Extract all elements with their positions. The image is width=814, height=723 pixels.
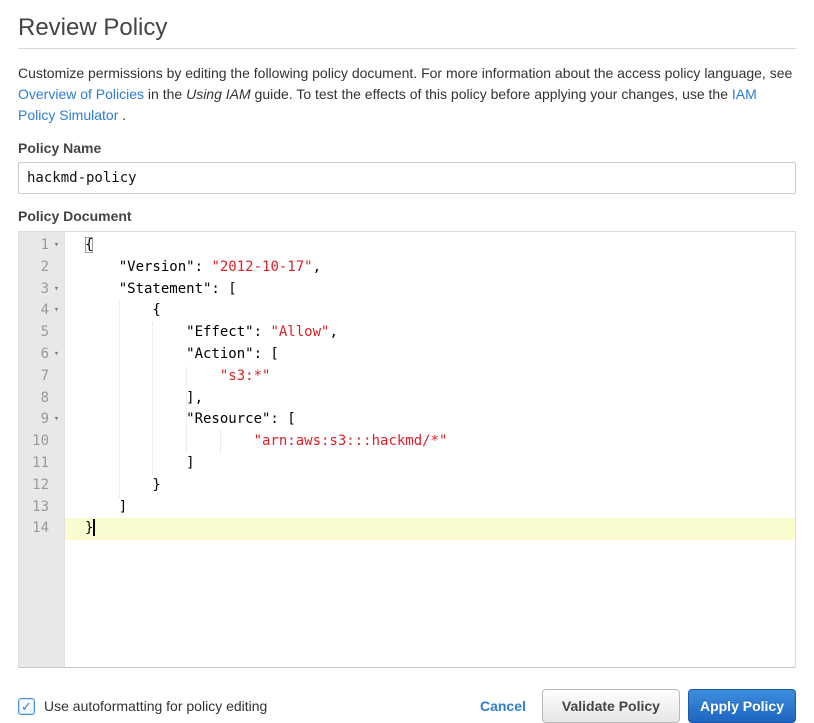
line-number: 5 bbox=[19, 322, 49, 344]
code-token: ] bbox=[85, 455, 195, 471]
using-iam-guide-name: Using IAM bbox=[186, 86, 251, 102]
fold-arrow-icon[interactable]: ▾ bbox=[49, 409, 64, 431]
code-line[interactable]: "s3:*" bbox=[65, 366, 795, 388]
code-line[interactable]: "Statement": [ bbox=[65, 279, 795, 301]
code-token: } bbox=[85, 477, 161, 493]
autoformat-checkbox-wrap[interactable]: ✓ Use autoformatting for policy editing bbox=[18, 698, 267, 715]
code-line[interactable]: { bbox=[65, 235, 795, 257]
gutter-row: 10 bbox=[19, 431, 64, 453]
gutter-row: 4▾ bbox=[19, 300, 64, 322]
code-token: "Effect": bbox=[85, 324, 270, 340]
line-number: 3 bbox=[19, 279, 49, 301]
string-token: "arn:aws:s3:::hackmd/*" bbox=[254, 433, 448, 449]
code-token bbox=[85, 433, 254, 449]
policy-document-editor[interactable]: 1▾23▾4▾56▾789▾1011121314 { "Version": "2… bbox=[18, 231, 796, 668]
check-icon: ✓ bbox=[21, 700, 32, 713]
policy-name-input[interactable] bbox=[18, 162, 796, 194]
code-line[interactable]: "Resource": [ bbox=[65, 409, 795, 431]
intro-text: guide. To test the effects of this polic… bbox=[251, 86, 732, 102]
checkbox-checked-icon[interactable]: ✓ bbox=[18, 698, 35, 715]
apply-policy-button[interactable]: Apply Policy bbox=[688, 689, 796, 723]
gutter-row: 6▾ bbox=[19, 344, 64, 366]
line-number: 2 bbox=[19, 257, 49, 279]
code-token: { bbox=[85, 237, 93, 253]
autoformat-label: Use autoformatting for policy editing bbox=[44, 698, 267, 714]
code-line[interactable]: "Version": "2012-10-17", bbox=[65, 257, 795, 279]
intro-paragraph: Customize permissions by editing the fol… bbox=[18, 63, 796, 126]
gutter-row: 8 bbox=[19, 388, 64, 410]
code-token: "Action": [ bbox=[85, 346, 279, 362]
gutter-row: 3▾ bbox=[19, 279, 64, 301]
code-token: "Statement": [ bbox=[85, 281, 237, 297]
gutter-row: 5 bbox=[19, 322, 64, 344]
title-divider bbox=[18, 48, 796, 49]
intro-text: . bbox=[118, 107, 126, 123]
code-line[interactable]: "Action": [ bbox=[65, 344, 795, 366]
code-line[interactable]: { bbox=[65, 300, 795, 322]
code-token: ], bbox=[85, 390, 203, 406]
editor-gutter: 1▾23▾4▾56▾789▾1011121314 bbox=[19, 232, 65, 667]
fold-arrow-icon[interactable]: ▾ bbox=[49, 279, 64, 301]
line-number: 6 bbox=[19, 344, 49, 366]
editor-code-area[interactable]: { "Version": "2012-10-17", "Statement": … bbox=[65, 232, 795, 667]
fold-arrow-icon[interactable]: ▾ bbox=[49, 300, 64, 322]
code-token: } bbox=[85, 520, 93, 536]
text-cursor bbox=[93, 519, 95, 536]
fold-arrow-icon[interactable]: ▾ bbox=[49, 235, 64, 257]
line-number: 1 bbox=[19, 235, 49, 257]
line-number: 4 bbox=[19, 300, 49, 322]
cancel-link[interactable]: Cancel bbox=[480, 698, 526, 714]
gutter-row: 13 bbox=[19, 497, 64, 519]
string-token: "2012-10-17" bbox=[211, 259, 312, 275]
code-line[interactable]: ] bbox=[65, 453, 795, 475]
line-number: 13 bbox=[19, 497, 49, 519]
string-token: "s3:*" bbox=[220, 368, 271, 384]
line-number: 14 bbox=[19, 518, 49, 540]
code-token: , bbox=[313, 259, 321, 275]
gutter-row: 14 bbox=[19, 518, 64, 540]
gutter-row: 2 bbox=[19, 257, 64, 279]
overview-of-policies-link[interactable]: Overview of Policies bbox=[18, 86, 144, 102]
code-token: { bbox=[85, 302, 161, 318]
gutter-row: 7 bbox=[19, 366, 64, 388]
code-line[interactable]: ], bbox=[65, 388, 795, 410]
code-line[interactable]: } bbox=[65, 518, 795, 540]
line-number: 7 bbox=[19, 366, 49, 388]
string-token: "Allow" bbox=[270, 324, 329, 340]
line-number: 12 bbox=[19, 475, 49, 497]
validate-policy-button[interactable]: Validate Policy bbox=[542, 689, 680, 723]
footer-action-bar: ✓ Use autoformatting for policy editing … bbox=[18, 689, 796, 723]
review-policy-page: Review Policy Customize permissions by e… bbox=[0, 0, 814, 723]
fold-arrow-icon[interactable]: ▾ bbox=[49, 344, 64, 366]
policy-document-label: Policy Document bbox=[18, 208, 796, 225]
code-token: "Version": bbox=[85, 259, 211, 275]
code-token: , bbox=[329, 324, 337, 340]
line-number: 8 bbox=[19, 388, 49, 410]
line-number: 9 bbox=[19, 409, 49, 431]
code-line[interactable]: } bbox=[65, 475, 795, 497]
code-line[interactable]: "arn:aws:s3:::hackmd/*" bbox=[65, 431, 795, 453]
gutter-row: 9▾ bbox=[19, 409, 64, 431]
code-token: ] bbox=[85, 499, 127, 515]
code-token bbox=[85, 368, 220, 384]
gutter-row: 1▾ bbox=[19, 235, 64, 257]
line-number: 10 bbox=[19, 431, 49, 453]
intro-text: Customize permissions by editing the fol… bbox=[18, 65, 792, 81]
line-number: 11 bbox=[19, 453, 49, 475]
code-line[interactable]: ] bbox=[65, 497, 795, 519]
policy-name-label: Policy Name bbox=[18, 140, 796, 157]
page-title: Review Policy bbox=[18, 14, 796, 41]
gutter-row: 11 bbox=[19, 453, 64, 475]
code-line[interactable]: "Effect": "Allow", bbox=[65, 322, 795, 344]
intro-text: in the bbox=[144, 86, 186, 102]
code-token: "Resource": [ bbox=[85, 411, 296, 427]
gutter-row: 12 bbox=[19, 475, 64, 497]
